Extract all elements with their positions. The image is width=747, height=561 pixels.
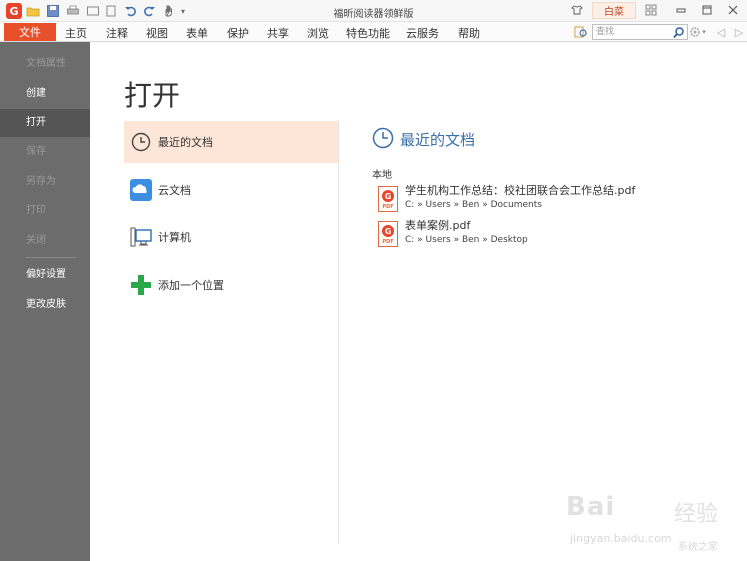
search-icon[interactable] [671,25,685,39]
location-label: 计算机 [158,231,191,244]
skin-shirt-icon[interactable] [570,3,584,17]
tab-home[interactable]: 主页 [65,25,87,41]
sidebar-item-open[interactable]: 打开 [0,109,90,137]
sidebar-item-preferences[interactable]: 偏好设置 [0,261,90,289]
pdf-file-icon: G PDF [378,221,398,247]
tab-cloud-services[interactable]: 云服务 [406,25,439,41]
layout-grid-icon[interactable] [644,3,658,17]
document-path: C: » Users » Ben » Desktop [405,235,528,245]
sidebar-item-change-skin[interactable]: 更改皮肤 [0,291,90,319]
tab-form[interactable]: 表单 [186,25,208,41]
sidebar-item-document-properties[interactable]: 文档属性 [0,50,90,78]
ribbon-menu-bar: 文件 主页 注释 视图 表单 保护 共享 浏览 特色功能 云服务 帮助 查找 ▾… [0,22,747,42]
chevron-left-icon[interactable]: ◁ [714,25,728,39]
clock-icon [130,131,152,153]
document-name: 学生机构工作总结：校社团联合会工作总结.pdf [405,184,636,197]
page-title: 打开 [124,79,181,112]
document-path: C: » Users » Ben » Documents [405,200,542,210]
sidebar-item-print[interactable]: 打印 [0,197,90,225]
sidebar-divider [26,257,76,258]
tab-help[interactable]: 帮助 [458,25,480,41]
tab-browse[interactable]: 浏览 [307,25,329,41]
location-add-place[interactable]: 添加一个位置 [124,264,338,306]
location-label: 添加一个位置 [158,279,224,292]
find-doc-icon[interactable] [574,25,588,39]
location-computer[interactable]: 计算机 [124,216,338,258]
panel-divider [338,120,339,544]
location-cloud-documents[interactable]: 云文档 [124,169,338,211]
watermark-note: 系统之家 [678,542,718,553]
chevron-right-icon[interactable]: ▷ [732,25,746,39]
title-bar: G ▾ 福昕阅读器领鲜版 白菜 [0,0,747,22]
close-icon[interactable] [726,3,740,17]
plus-icon [130,274,152,296]
sidebar-item-create[interactable]: 创建 [0,80,90,108]
watermark-brand: Bai [566,492,616,522]
cloud-icon [130,179,152,201]
baidu-jingyan-watermark: Bai 经验 jingyan.baidu.com 系统之家 [560,488,740,553]
recent-document-item[interactable]: G PDF 表单案例.pdf C: » Users » Ben » Desktop [378,219,528,247]
location-label: 云文档 [158,184,191,197]
clock-icon [372,127,394,152]
backstage-sidebar: 文档属性 创建 打开 保存 另存为 打印 关闭 偏好设置 更改皮肤 [0,42,90,561]
tab-view[interactable]: 视图 [146,25,168,41]
tab-file[interactable]: 文件 [4,23,56,41]
sidebar-item-save[interactable]: 保存 [0,138,90,166]
tab-features[interactable]: 特色功能 [346,25,390,41]
computer-icon [130,226,152,248]
sidebar-item-save-as[interactable]: 另存为 [0,168,90,196]
pdf-file-icon: G PDF [378,186,398,212]
recent-documents-header: 最近的文档 [372,127,475,152]
recent-documents-title: 最近的文档 [400,131,476,149]
tab-comment[interactable]: 注释 [106,25,128,41]
settings-dropdown-icon[interactable]: ▾ [700,25,708,39]
location-label: 最近的文档 [158,136,213,149]
tab-share[interactable]: 共享 [267,25,289,41]
sidebar-item-close[interactable]: 关闭 [0,227,90,255]
local-section-label: 本地 [372,170,392,181]
location-recent-documents[interactable]: 最近的文档 [124,121,338,163]
minimize-icon[interactable] [674,3,688,17]
tab-protect[interactable]: 保护 [227,25,249,41]
document-name: 表单案例.pdf [405,219,471,232]
skin-selector-button[interactable]: 白菜 [592,2,636,19]
watermark-url: jingyan.baidu.com [570,532,672,545]
restore-icon[interactable] [700,3,714,17]
watermark-brand-tail: 经验 [674,502,719,527]
recent-document-item[interactable]: G PDF 学生机构工作总结：校社团联合会工作总结.pdf C: » Users … [378,184,635,212]
